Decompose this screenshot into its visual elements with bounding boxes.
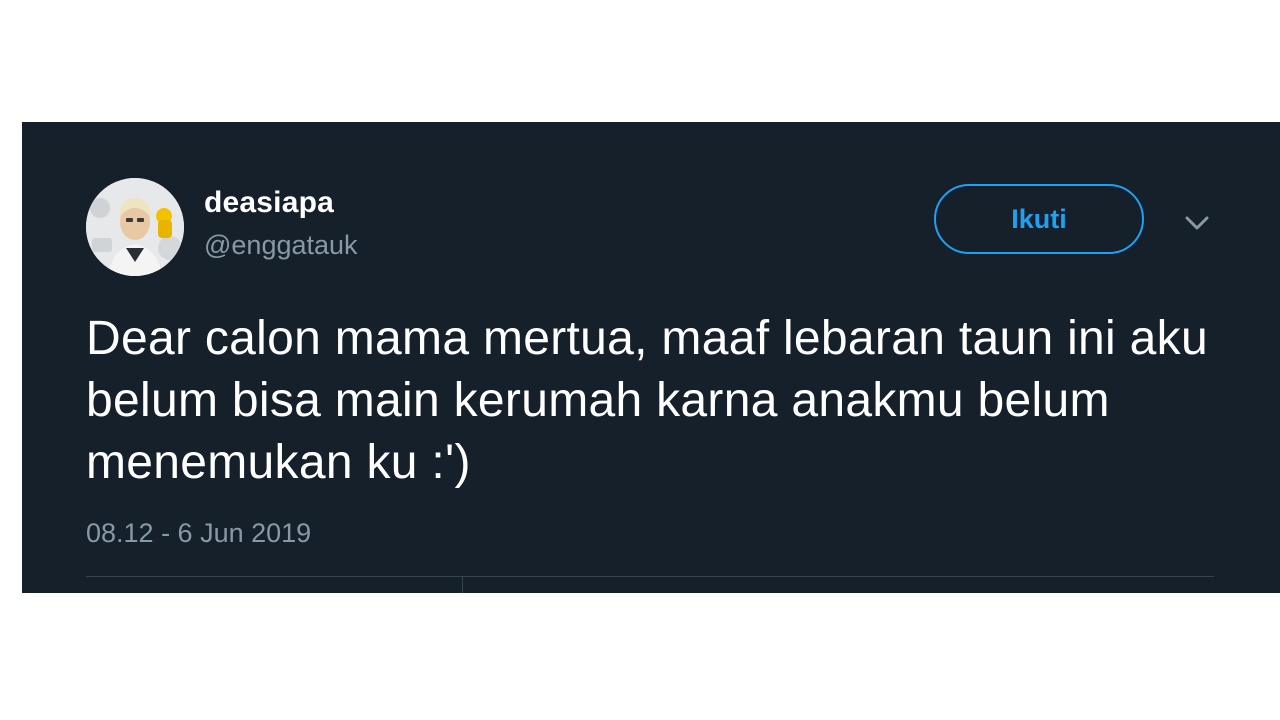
avatar[interactable] bbox=[86, 178, 184, 276]
follow-button[interactable]: Ikuti bbox=[934, 184, 1144, 254]
display-name[interactable]: deasiapa bbox=[204, 186, 334, 220]
divider bbox=[86, 576, 1214, 577]
chevron-down-icon[interactable] bbox=[1184, 214, 1210, 232]
tweet-card: deasiapa @enggatauk Ikuti Dear calon mam… bbox=[22, 122, 1280, 593]
divider-tick bbox=[462, 576, 463, 593]
user-handle[interactable]: @enggatauk bbox=[204, 230, 358, 261]
tweet-text: Dear calon mama mertua, maaf lebaran tau… bbox=[86, 312, 1208, 489]
tweet-timestamp[interactable]: 08.12 - 6 Jun 2019 bbox=[86, 518, 311, 549]
profile-photo-icon bbox=[86, 178, 184, 276]
